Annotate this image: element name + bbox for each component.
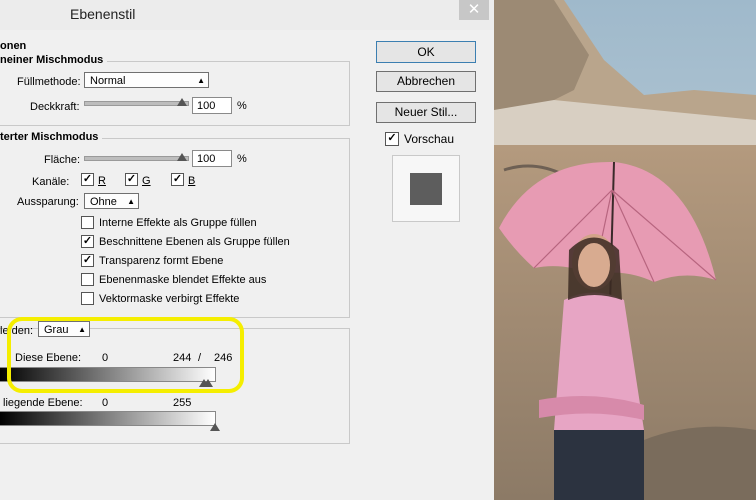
opacity-slider[interactable]: [84, 101, 189, 106]
underlying-high-value: 255: [173, 397, 192, 409]
knockout-value: Ohne: [90, 196, 117, 208]
canvas-photo: [494, 0, 756, 500]
layer-style-dialog: Ebenenstil ✕ onen neiner Mischmodus Füll…: [0, 0, 494, 500]
preview-swatch: [410, 173, 442, 205]
channel-r-label: R: [98, 175, 106, 187]
opacity-unit: %: [237, 100, 247, 112]
section-advanced-blending-title: terter Mischmodus: [0, 131, 103, 143]
fill-opacity-label: Fläche:: [44, 154, 81, 166]
fill-method-value: Normal: [90, 75, 126, 87]
underlying-handle-icon[interactable]: [210, 423, 220, 431]
option-label-transparency: Transparenz formt Ebene: [99, 255, 224, 267]
photo-illustration: [494, 0, 756, 500]
option-checkbox-internal-effects[interactable]: [81, 216, 94, 229]
channel-g-label: G: [142, 175, 151, 187]
option-label-layer-mask: Ebenenmaske blendet Effekte aus: [99, 274, 267, 286]
new-style-button[interactable]: Neuer Stil...: [376, 102, 476, 123]
channel-b-checkbox[interactable]: ✓: [171, 173, 184, 186]
fill-opacity-unit: %: [237, 153, 247, 165]
fill-method-dropdown[interactable]: Normal ▲: [84, 72, 209, 88]
fill-opacity-input[interactable]: 100: [192, 150, 232, 167]
highlight-annotation: [7, 317, 244, 393]
underlying-low-value: 0: [102, 397, 109, 409]
knockout-label: Aussparung:: [17, 196, 79, 208]
option-checkbox-vector-mask[interactable]: [81, 292, 94, 305]
ok-button[interactable]: OK: [376, 41, 476, 63]
cancel-button[interactable]: Abbrechen: [376, 71, 476, 92]
fill-opacity-slider[interactable]: [84, 156, 189, 161]
section-options-title: onen: [0, 40, 27, 52]
window-title: Ebenenstil: [70, 6, 136, 22]
fill-method-label: Füllmethode:: [17, 76, 81, 88]
option-checkbox-transparency[interactable]: ✓: [81, 254, 94, 267]
updown-arrow-icon: ▲: [197, 76, 205, 85]
option-checkbox-clipped-layers[interactable]: ✓: [81, 235, 94, 248]
option-checkbox-layer-mask[interactable]: [81, 273, 94, 286]
channel-b-label: B: [188, 175, 196, 187]
style-preview-thumbnail: [392, 155, 460, 222]
option-label-clipped-layers: Beschnittene Ebenen als Gruppe füllen: [99, 236, 290, 248]
fill-opacity-slider-handle-icon[interactable]: [177, 153, 187, 161]
general-blending-group: [0, 61, 350, 126]
updown-arrow-icon: ▲: [127, 197, 135, 206]
channel-r-checkbox[interactable]: ✓: [81, 173, 94, 186]
preview-label: Vorschau: [404, 132, 455, 146]
title-bar: Ebenenstil ✕: [0, 0, 494, 30]
opacity-input[interactable]: 100: [192, 97, 232, 114]
preview-checkbox[interactable]: ✓: [385, 132, 399, 146]
opacity-slider-handle-icon[interactable]: [177, 98, 187, 106]
close-button[interactable]: ✕: [459, 0, 489, 20]
channels-label: Kanäle:: [32, 176, 70, 188]
knockout-dropdown[interactable]: Ohne ▲: [84, 193, 139, 209]
option-label-internal-effects: Interne Effekte als Gruppe füllen: [99, 217, 257, 229]
underlying-layer-label: liegende Ebene:: [3, 397, 83, 409]
section-general-blending-title: neiner Mischmodus: [0, 54, 108, 66]
opacity-label: Deckkraft:: [30, 101, 80, 113]
underlying-gradient-bar: [0, 411, 216, 426]
option-label-vector-mask: Vektormaske verbirgt Effekte: [99, 293, 240, 305]
channel-g-checkbox[interactable]: ✓: [125, 173, 138, 186]
